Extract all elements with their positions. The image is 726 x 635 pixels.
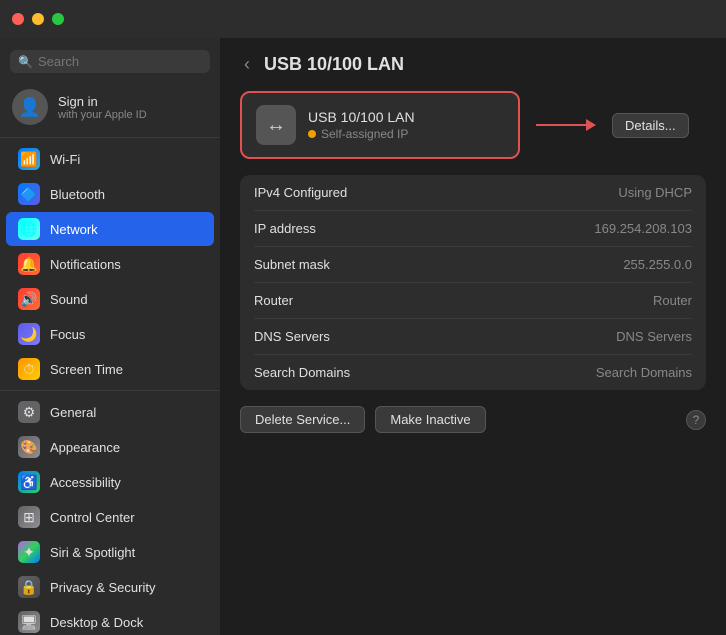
- page-title: USB 10/100 LAN: [264, 54, 404, 75]
- sign-in-text: Sign in with your Apple ID: [58, 94, 147, 121]
- action-row: Delete Service... Make Inactive ?: [240, 406, 706, 433]
- info-row-5: Search Domains Search Domains: [254, 355, 692, 390]
- main-content: ‹ USB 10/100 LAN ↔ USB 10/100 LAN Self-a…: [220, 38, 726, 635]
- status-dot: [308, 130, 316, 138]
- info-label-2: Subnet mask: [254, 257, 330, 272]
- avatar: 👤: [12, 89, 48, 125]
- delete-service-button[interactable]: Delete Service...: [240, 406, 365, 433]
- page-header: ‹ USB 10/100 LAN: [240, 54, 706, 75]
- details-button[interactable]: Details...: [612, 113, 689, 138]
- privacy-icon: 🔒: [18, 576, 40, 598]
- sign-in-sub: with your Apple ID: [58, 109, 147, 121]
- sidebar-item-wifi[interactable]: 📶 Wi-Fi: [6, 142, 214, 176]
- info-value-5: Search Domains: [596, 365, 692, 380]
- sidebar-divider: [0, 137, 220, 138]
- desktop-icon: 🖥: [18, 611, 40, 633]
- info-row-3: Router Router: [254, 283, 692, 319]
- arrow-head: [586, 119, 596, 131]
- device-icon: ↔: [256, 105, 296, 145]
- info-value-0: Using DHCP: [618, 185, 692, 200]
- sidebar-divider-2: [0, 390, 220, 391]
- focus-icon: 🌙: [18, 323, 40, 345]
- sidebar-item-network[interactable]: 🌐 Network: [6, 212, 214, 246]
- sidebar-item-label-appearance: Appearance: [50, 440, 120, 455]
- info-value-2: 255.255.0.0: [623, 257, 692, 272]
- network-icon: 🌐: [18, 218, 40, 240]
- title-bar: [0, 0, 726, 38]
- arrow-line: [536, 124, 586, 126]
- info-value-4: DNS Servers: [616, 329, 692, 344]
- sidebar-item-siri[interactable]: ✦ Siri & Spotlight: [6, 535, 214, 569]
- search-bar[interactable]: 🔍: [10, 50, 210, 73]
- close-button[interactable]: [12, 13, 24, 25]
- sidebar-item-label-wifi: Wi-Fi: [50, 152, 80, 167]
- general-icon: ⚙: [18, 401, 40, 423]
- sidebar-item-label-desktop: Desktop & Dock: [50, 615, 143, 630]
- sidebar-items-container: 📶 Wi-Fi 🔷 Bluetooth 🌐 Network 🔔 Notifications 🔊 S…: [0, 142, 220, 635]
- sidebar-item-label-privacy: Privacy & Security: [50, 580, 155, 595]
- sidebar-item-label-sound: Sound: [50, 292, 88, 307]
- appearance-icon: 🎨: [18, 436, 40, 458]
- sidebar-item-notifications[interactable]: 🔔 Notifications: [6, 247, 214, 281]
- info-label-5: Search Domains: [254, 365, 350, 380]
- screentime-icon: ⏱: [18, 358, 40, 380]
- make-inactive-button[interactable]: Make Inactive: [375, 406, 485, 433]
- info-label-3: Router: [254, 293, 293, 308]
- sidebar-item-label-notifications: Notifications: [50, 257, 121, 272]
- arrow-indicator: [536, 119, 596, 131]
- accessibility-icon: ♿: [18, 471, 40, 493]
- sound-icon: 🔊: [18, 288, 40, 310]
- device-status: Self-assigned IP: [308, 127, 504, 141]
- info-label-0: IPv4 Configured: [254, 185, 347, 200]
- notif-icon: 🔔: [18, 253, 40, 275]
- info-row-2: Subnet mask 255.255.0.0: [254, 247, 692, 283]
- sidebar-item-privacy[interactable]: 🔒 Privacy & Security: [6, 570, 214, 604]
- minimize-button[interactable]: [32, 13, 44, 25]
- status-text: Self-assigned IP: [321, 127, 408, 141]
- sidebar-item-desktop[interactable]: 🖥 Desktop & Dock: [6, 605, 214, 635]
- info-section: IPv4 Configured Using DHCP IP address 169.2…: [240, 175, 706, 390]
- sidebar-item-label-screentime: Screen Time: [50, 362, 123, 377]
- device-name: USB 10/100 LAN: [308, 109, 504, 125]
- maximize-button[interactable]: [52, 13, 64, 25]
- sidebar: 🔍 👤 Sign in with your Apple ID 📶 Wi-Fi 🔷 Bl…: [0, 38, 220, 635]
- main-layout: 🔍 👤 Sign in with your Apple ID 📶 Wi-Fi 🔷 Bl…: [0, 38, 726, 635]
- info-row-1: IP address 169.254.208.103: [254, 211, 692, 247]
- sidebar-item-sound[interactable]: 🔊 Sound: [6, 282, 214, 316]
- help-button[interactable]: ?: [686, 410, 706, 430]
- sign-in-main: Sign in: [58, 94, 147, 109]
- sidebar-item-control[interactable]: ⊞ Control Center: [6, 500, 214, 534]
- info-value-1: 169.254.208.103: [594, 221, 692, 236]
- sidebar-item-accessibility[interactable]: ♿ Accessibility: [6, 465, 214, 499]
- search-icon: 🔍: [18, 55, 33, 69]
- bluetooth-icon: 🔷: [18, 183, 40, 205]
- sidebar-item-label-network: Network: [50, 222, 98, 237]
- siri-icon: ✦: [18, 541, 40, 563]
- sidebar-item-label-focus: Focus: [50, 327, 85, 342]
- info-row-0: IPv4 Configured Using DHCP: [254, 175, 692, 211]
- info-label-1: IP address: [254, 221, 316, 236]
- sidebar-item-focus[interactable]: 🌙 Focus: [6, 317, 214, 351]
- sidebar-item-label-bluetooth: Bluetooth: [50, 187, 105, 202]
- info-row-4: DNS Servers DNS Servers: [254, 319, 692, 355]
- sidebar-item-appearance[interactable]: 🎨 Appearance: [6, 430, 214, 464]
- sign-in-row[interactable]: 👤 Sign in with your Apple ID: [0, 81, 220, 133]
- sidebar-item-general[interactable]: ⚙ General: [6, 395, 214, 429]
- search-input[interactable]: [38, 54, 202, 69]
- sidebar-item-label-siri: Siri & Spotlight: [50, 545, 135, 560]
- back-button[interactable]: ‹: [240, 54, 254, 75]
- info-value-3: Router: [653, 293, 692, 308]
- sidebar-item-screentime[interactable]: ⏱ Screen Time: [6, 352, 214, 386]
- sidebar-item-label-general: General: [50, 405, 96, 420]
- wifi-icon: 📶: [18, 148, 40, 170]
- sidebar-item-label-control: Control Center: [50, 510, 135, 525]
- sidebar-item-label-accessibility: Accessibility: [50, 475, 121, 490]
- control-icon: ⊞: [18, 506, 40, 528]
- info-label-4: DNS Servers: [254, 329, 330, 344]
- device-info: USB 10/100 LAN Self-assigned IP: [308, 109, 504, 141]
- device-card: ↔ USB 10/100 LAN Self-assigned IP: [240, 91, 520, 159]
- sidebar-item-bluetooth[interactable]: 🔷 Bluetooth: [6, 177, 214, 211]
